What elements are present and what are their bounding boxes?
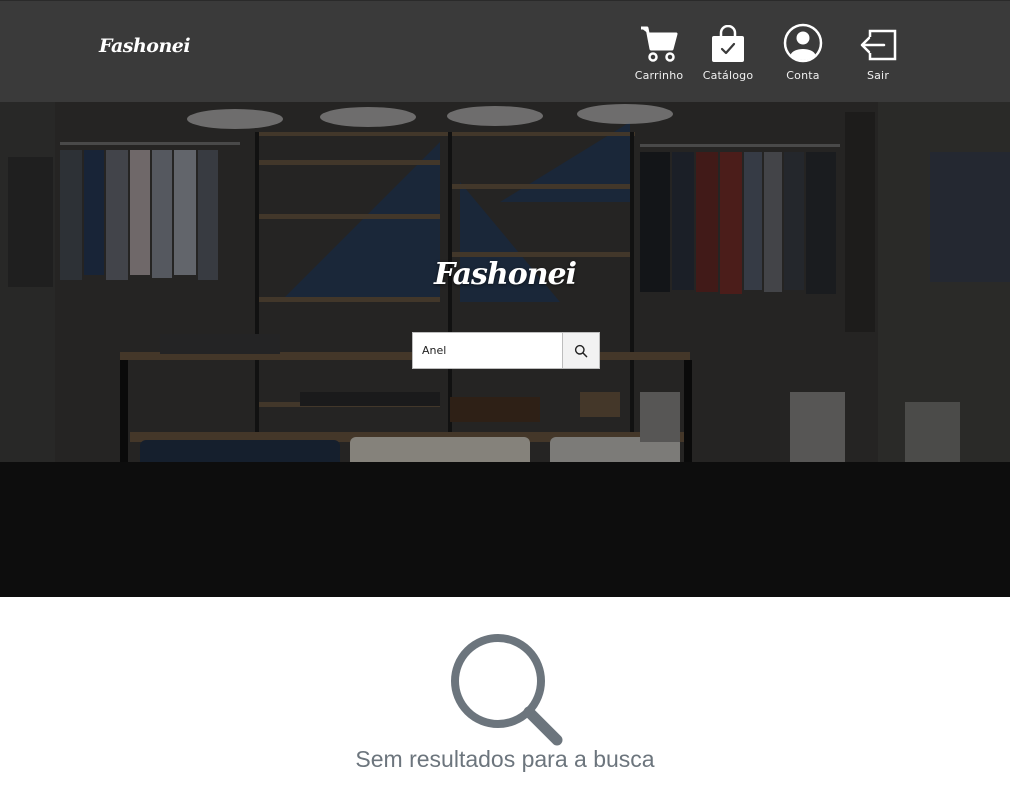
top-navbar: Fashonei Carrinho Catálogo Conta Sair — [0, 0, 1010, 102]
shopping-bag-check-icon — [712, 25, 744, 62]
nav-catalog[interactable]: Catálogo — [693, 23, 763, 82]
search-bar — [412, 332, 600, 369]
magnifier-icon — [451, 634, 563, 746]
user-circle-icon — [783, 23, 823, 63]
hero-banner: Fashonei — [0, 102, 1010, 597]
nav-account[interactable]: Conta — [768, 23, 838, 82]
nav-cart-label: Carrinho — [634, 69, 684, 82]
search-icon — [574, 344, 588, 357]
cart-icon — [641, 26, 678, 62]
nav-catalog-label: Catálogo — [702, 69, 754, 82]
hero-title: Fashonei — [433, 257, 577, 292]
logout-icon — [860, 29, 897, 61]
search-button[interactable] — [562, 332, 600, 369]
nav-cart[interactable]: Carrinho — [624, 23, 694, 82]
brand-logo[interactable]: Fashonei — [99, 35, 191, 57]
nav-account-label: Conta — [786, 69, 820, 82]
nav-logout-label: Sair — [866, 69, 890, 82]
search-results-section: Sem resultados para a busca — [0, 597, 1010, 811]
search-input[interactable] — [412, 332, 562, 369]
nav-logout[interactable]: Sair — [843, 23, 913, 82]
no-results-message: Sem resultados para a busca — [355, 746, 655, 772]
